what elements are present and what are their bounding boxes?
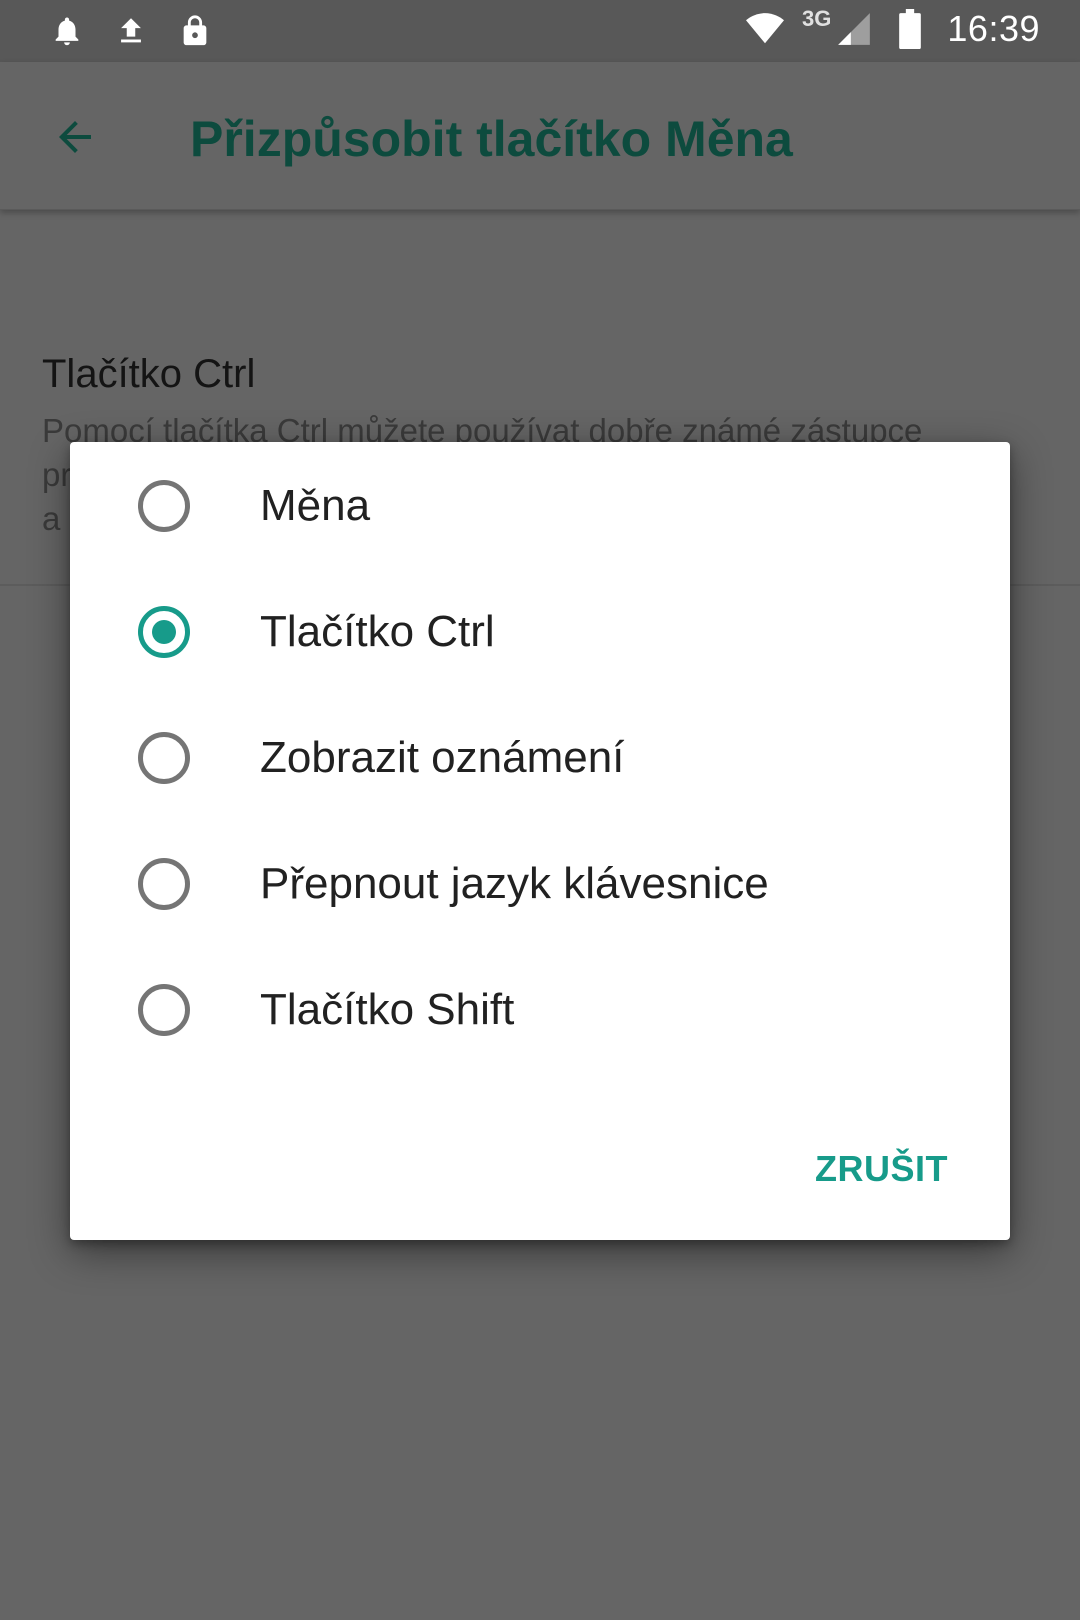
option-switch-language[interactable]: Přepnout jazyk klávesnice: [70, 821, 1010, 947]
bell-icon: [48, 10, 86, 52]
radio-button[interactable]: [138, 732, 190, 784]
radio-button[interactable]: [138, 984, 190, 1036]
option-mena[interactable]: Měna: [70, 443, 1010, 569]
option-label: Měna: [260, 481, 371, 530]
upload-icon: [112, 10, 150, 52]
preference-title: Tlačítko Ctrl: [42, 352, 256, 396]
status-bar-system: 3G 16:39: [746, 6, 1040, 50]
network-type-label: 3G: [802, 6, 832, 31]
status-bar-notifications: [48, 10, 214, 52]
lock-icon: [176, 10, 214, 52]
option-ctrl[interactable]: Tlačítko Ctrl: [70, 569, 1010, 695]
option-label: Zobrazit oznámení: [260, 733, 625, 782]
status-bar: 3G 16:39: [0, 0, 1080, 62]
option-label: Tlačítko Ctrl: [260, 607, 495, 656]
cancel-button[interactable]: ZRUŠIT: [815, 1148, 948, 1190]
signal-icon: [835, 8, 873, 50]
app-bar: Přizpůsobit tlačítko Měna: [0, 62, 1080, 210]
arrow-left-icon: [59, 121, 91, 153]
wifi-icon: [746, 8, 785, 50]
back-button[interactable]: [40, 102, 110, 172]
radio-button[interactable]: [138, 480, 190, 532]
status-bar-clock: 16:39: [947, 8, 1040, 49]
option-show-notification[interactable]: Zobrazit oznámení: [70, 695, 1010, 821]
page-title: Přizpůsobit tlačítko Měna: [190, 111, 793, 167]
option-label: Tlačítko Shift: [260, 985, 515, 1034]
battery-icon: [891, 8, 929, 50]
option-shift[interactable]: Tlačítko Shift: [70, 947, 1010, 1073]
radio-selection-dialog: Měna Tlačítko Ctrl Zobrazit oznámení Pře…: [70, 442, 1010, 1240]
radio-dot: [152, 620, 176, 644]
radio-button[interactable]: [138, 858, 190, 910]
option-label: Přepnout jazyk klávesnice: [260, 859, 769, 908]
radio-button-checked[interactable]: [138, 606, 190, 658]
